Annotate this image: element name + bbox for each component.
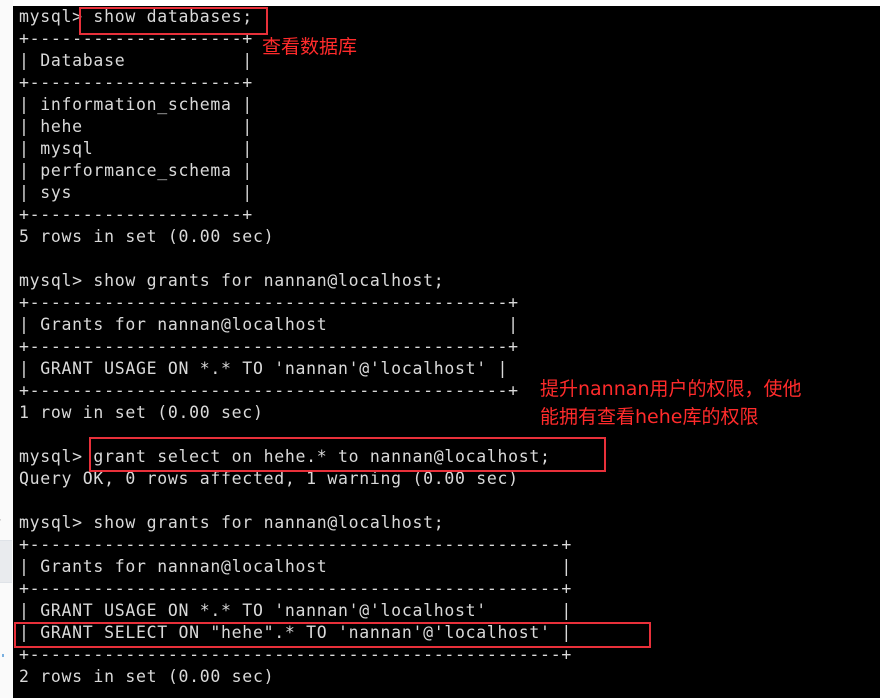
terminal-line: +---------------------------------------… <box>19 535 572 554</box>
terminal-line: mysql> show grants for nannan@localhost; <box>19 271 445 290</box>
terminal-line: 1 row in set (0.00 sec) <box>19 403 264 422</box>
annotation-view-databases: 查看数据库 <box>262 36 358 58</box>
chevron-right-icon[interactable]: › <box>0 513 7 527</box>
background-app-selected-row[interactable] <box>0 540 12 583</box>
highlight-show-databases <box>79 7 268 35</box>
terminal-line: 5 rows in set (0.00 sec) <box>19 227 275 246</box>
terminal-line: | information_schema | <box>19 95 253 114</box>
annotation-grant-note-line2: 能拥有查看hehe库的权限 <box>540 406 759 428</box>
background-app-marker <box>2 654 4 657</box>
terminal-line: +---------------------------------------… <box>19 381 519 400</box>
terminal-line: 2 rows in set (0.00 sec) <box>19 667 275 686</box>
terminal-line: | sys | <box>19 183 253 202</box>
terminal-output: mysql> show databases; +-----------------… <box>19 6 572 688</box>
terminal-line: | Grants for nannan@localhost | <box>19 557 572 576</box>
terminal-line: +--------------------+ <box>19 205 253 224</box>
terminal-line: | Grants for nannan@localhost | <box>19 315 519 334</box>
terminal-window[interactable]: mysql> show databases; +-----------------… <box>13 6 880 698</box>
terminal-line: | GRANT USAGE ON *.* TO 'nannan'@'localh… <box>19 359 509 378</box>
screenshot-page: › mysql> show databases;+---------------… <box>0 0 889 698</box>
terminal-line: +---------------------------------------… <box>19 293 519 312</box>
terminal-line: | GRANT USAGE ON *.* TO 'nannan'@'localh… <box>19 601 572 620</box>
terminal-line: | hehe | <box>19 117 253 136</box>
highlight-grant-command <box>89 437 606 472</box>
terminal-line: | mysql | <box>19 139 253 158</box>
highlight-select-grant-row <box>14 622 651 648</box>
annotation-grant-note-line1: 提升nannan用户的权限，使他 <box>540 378 802 400</box>
terminal-line: +---------------------------------------… <box>19 337 519 356</box>
background-app-sidebar <box>0 0 13 698</box>
terminal-line: | performance_schema | <box>19 161 253 180</box>
terminal-line: +---------------------------------------… <box>19 579 572 598</box>
terminal-line: +--------------------+ <box>19 73 253 92</box>
terminal-line: mysql> show grants for nannan@localhost; <box>19 513 445 532</box>
